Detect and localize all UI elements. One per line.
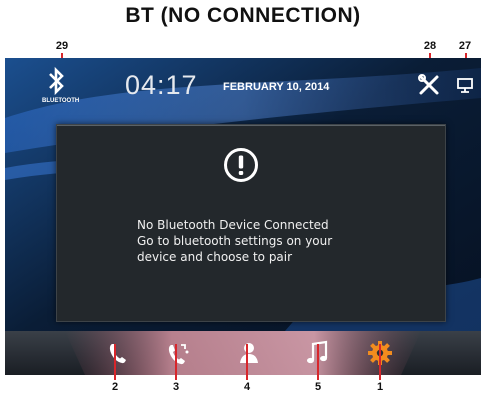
callout-leader bbox=[175, 344, 177, 380]
dialog-highlight bbox=[57, 125, 445, 126]
callout-leader bbox=[379, 344, 381, 380]
callout-display: 27 bbox=[458, 40, 472, 52]
page-heading: BT (NO CONNECTION) bbox=[125, 4, 361, 27]
contacts-icon[interactable] bbox=[234, 339, 264, 367]
phone-icon[interactable] bbox=[103, 339, 133, 367]
clock: 04:17 bbox=[125, 70, 198, 100]
callout-phone: 2 bbox=[111, 381, 119, 393]
dialog-message: No Bluetooth Device Connected Go to blue… bbox=[137, 217, 437, 265]
dialog-message-line: No Bluetooth Device Connected bbox=[137, 218, 329, 232]
callout-settings: 28 bbox=[423, 40, 437, 52]
callout-settings-gear: 1 bbox=[376, 381, 384, 393]
callout-contacts: 4 bbox=[243, 381, 251, 393]
bluetooth-label: BLUETOOTH bbox=[42, 98, 80, 104]
bluetooth-button[interactable]: BLUETOOTH bbox=[23, 64, 93, 108]
dialog-message-line: device and choose to pair bbox=[137, 250, 293, 264]
warning-icon bbox=[224, 148, 258, 182]
callout-music: 5 bbox=[314, 381, 322, 393]
head-unit-screen: BLUETOOTH 04:17 FEBRUARY 10, 2014 No Blu… bbox=[5, 58, 481, 375]
callout-leader bbox=[114, 344, 116, 380]
bluetooth-icon bbox=[49, 66, 64, 96]
callout-leader bbox=[317, 344, 319, 380]
recent-calls-icon[interactable] bbox=[163, 339, 193, 367]
bottom-dock bbox=[5, 331, 481, 375]
callout-recent-calls: 3 bbox=[172, 381, 180, 393]
callout-leader bbox=[246, 344, 248, 380]
settings-tools-icon[interactable] bbox=[418, 74, 440, 96]
dialog-message-line: Go to bluetooth settings on your bbox=[137, 234, 333, 248]
display-icon[interactable] bbox=[456, 76, 474, 94]
status-bar: BLUETOOTH 04:17 FEBRUARY 10, 2014 bbox=[5, 58, 481, 108]
no-connection-dialog: No Bluetooth Device Connected Go to blue… bbox=[56, 124, 446, 322]
date: FEBRUARY 10, 2014 bbox=[223, 81, 330, 93]
callout-bluetooth: 29 bbox=[55, 40, 69, 52]
